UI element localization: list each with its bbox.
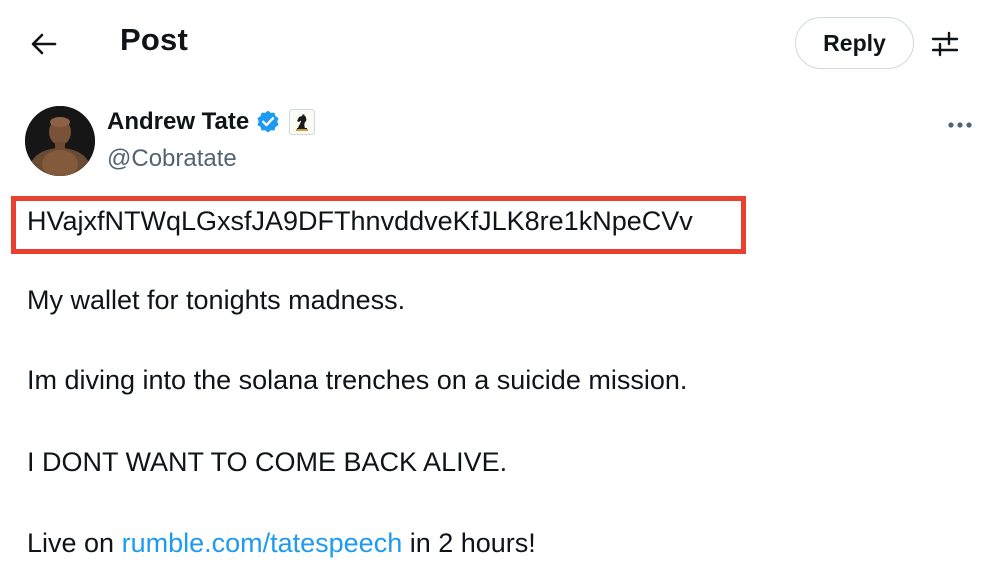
more-horizontal-icon xyxy=(948,122,972,128)
affiliate-badge[interactable] xyxy=(289,109,316,135)
page-title: Post xyxy=(120,22,188,57)
post-header: Post Reply xyxy=(0,0,993,88)
more-options-button[interactable] xyxy=(944,112,976,138)
post-text-suffix: in 2 hours! xyxy=(402,528,536,558)
back-arrow-icon xyxy=(31,33,57,55)
post-text-line: I DONT WANT TO COME BACK ALIVE. xyxy=(27,447,508,477)
post-author: Andrew Tate @Cobratate xyxy=(0,100,993,180)
post-text-line: My wallet for tonights madness. xyxy=(27,285,406,315)
chess-knight-icon xyxy=(296,114,309,131)
verified-badge-icon[interactable] xyxy=(255,109,281,135)
post-text-prefix: Live on xyxy=(27,528,122,558)
back-button[interactable] xyxy=(24,24,64,64)
rumble-link[interactable]: rumble.com/tatespeech xyxy=(122,528,403,558)
post-text-line: Im diving into the solana trenches on a … xyxy=(27,365,688,395)
display-name[interactable]: Andrew Tate xyxy=(107,108,249,136)
avatar[interactable] xyxy=(25,106,95,176)
post-text-line: Live on rumble.com/tatespeech in 2 hours… xyxy=(27,528,536,559)
user-handle[interactable]: @Cobratate xyxy=(107,145,237,173)
adjust-button[interactable] xyxy=(924,24,966,64)
wallet-address: HVajxfNTWqLGxsfJA9DFThnvddveKfJLK8re1kNp… xyxy=(27,206,693,236)
reply-button[interactable]: Reply xyxy=(795,17,914,69)
avatar-image xyxy=(25,106,95,176)
display-name-row: Andrew Tate xyxy=(107,108,316,136)
sliders-icon xyxy=(931,31,959,57)
